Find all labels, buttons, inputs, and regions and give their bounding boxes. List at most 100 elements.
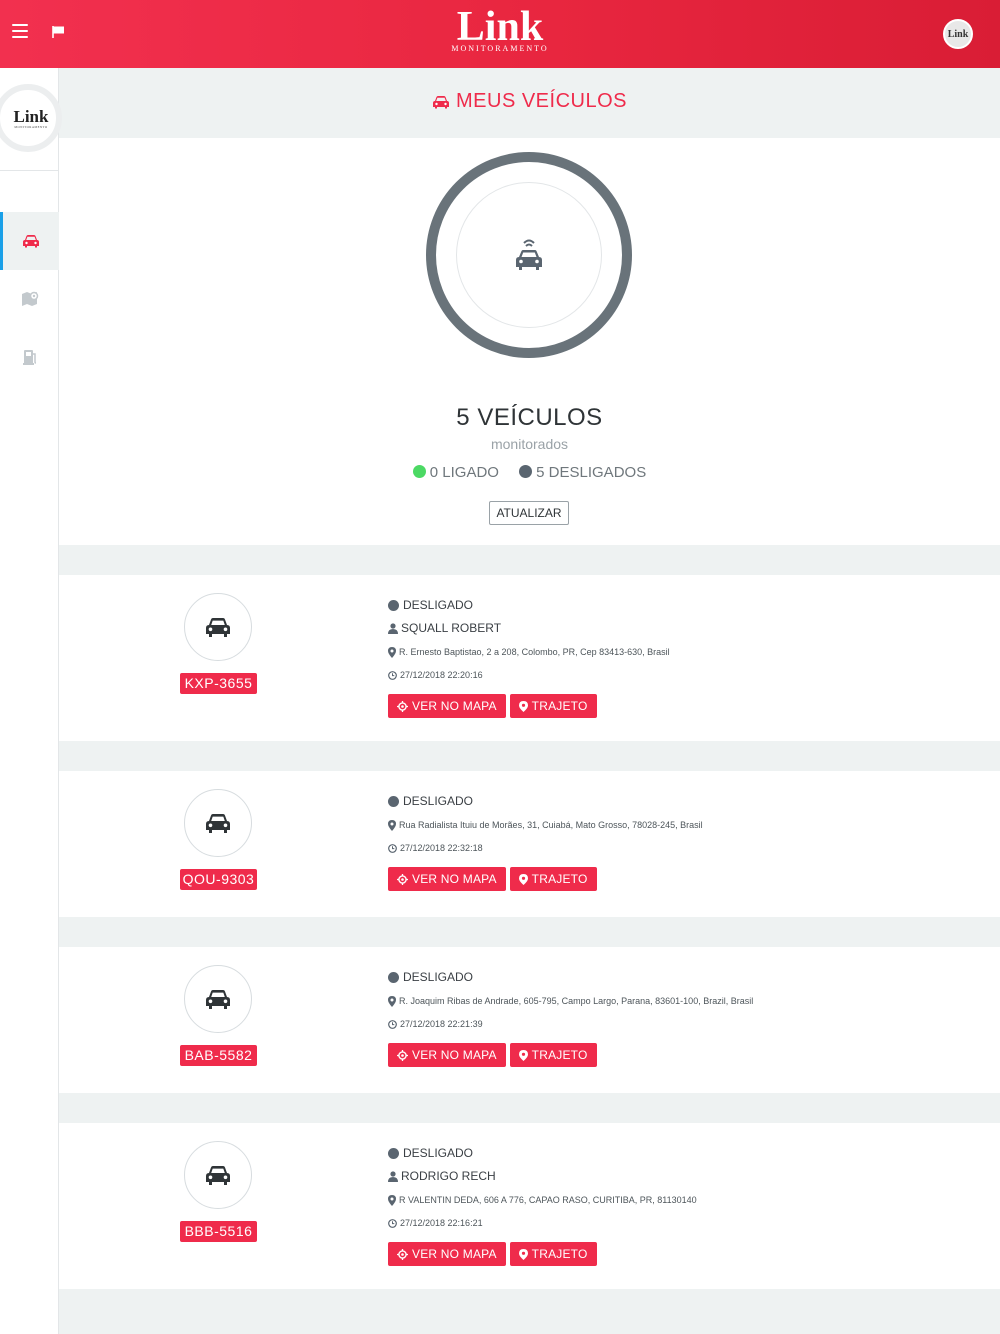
view-on-map-label: VER NO MAPA <box>412 1048 497 1062</box>
vehicle-card: KXP-3655 DESLIGADO SQUALL ROBERT R. Ernesto… <box>59 575 1000 741</box>
crosshair-icon <box>397 1248 408 1260</box>
vehicle-avatar[interactable] <box>184 1141 252 1209</box>
tracked-car-icon <box>516 239 542 270</box>
status-dot-icon <box>388 971 399 983</box>
location-pin-icon <box>388 646 396 658</box>
clock-icon <box>388 1218 397 1228</box>
brand-logo: Link MONITORAMENTO <box>0 6 1000 53</box>
view-on-map-button[interactable]: VER NO MAPA <box>388 694 506 718</box>
status-label: DESLIGADO <box>403 970 474 984</box>
view-on-map-label: VER NO MAPA <box>412 1247 497 1261</box>
status-row: DESLIGADO <box>388 597 670 613</box>
vehicle-actions: VER NO MAPA TRAJETO <box>388 1043 753 1067</box>
address-text: R. Joaquim Ribas de Andrade, 605-795, Ca… <box>399 996 754 1006</box>
user-icon <box>388 622 398 634</box>
avatar-text: Link <box>947 28 969 40</box>
address-row: R. Joaquim Ribas de Andrade, 605-795, Ca… <box>388 994 753 1008</box>
time-row: 27/12/2018 22:32:18 <box>388 841 703 855</box>
route-button[interactable]: TRAJETO <box>509 867 597 891</box>
vehicle-actions: VER NO MAPA TRAJETO <box>388 867 703 891</box>
sidebar-item-vehicles[interactable] <box>0 212 59 270</box>
legend-off-label: 5 DESLIGADOS <box>536 464 647 481</box>
time-row: 27/12/2018 22:21:39 <box>388 1017 753 1031</box>
status-row: DESLIGADO <box>388 1145 697 1161</box>
route-pin-icon <box>518 700 528 712</box>
time-row: 27/12/2018 22:16:21 <box>388 1216 697 1230</box>
vehicle-card: BAB-5582 DESLIGADO R. Joaquim Ribas de And… <box>59 947 1000 1093</box>
crosshair-icon <box>397 873 408 885</box>
status-ring-inner <box>456 182 602 328</box>
fuel-icon <box>22 350 36 365</box>
driver-name: RODRIGO RECH <box>401 1169 496 1183</box>
view-on-map-button[interactable]: VER NO MAPA <box>388 1242 506 1266</box>
address-row: Rua Radialista Ituiu de Morães, 31, Cuia… <box>388 818 703 832</box>
refresh-button[interactable]: ATUALIZAR <box>489 501 569 525</box>
plate-badge: BBB-5516 <box>180 1221 257 1242</box>
logo-word: Link <box>456 4 544 50</box>
crosshair-icon <box>397 1049 408 1061</box>
plate-badge: BAB-5582 <box>180 1045 257 1066</box>
driver-row: SQUALL ROBERT <box>388 620 670 636</box>
crosshair-icon <box>397 700 408 712</box>
map-icon <box>21 291 38 306</box>
route-pin-icon <box>518 1248 528 1260</box>
view-on-map-button[interactable]: VER NO MAPA <box>388 1043 506 1067</box>
driver-name: SQUALL ROBERT <box>401 621 502 635</box>
vehicle-avatar[interactable] <box>184 789 252 857</box>
sidebar-item-map[interactable] <box>0 270 59 328</box>
user-icon <box>388 1170 398 1182</box>
sidebar-logo: Link MONITORAMENTO <box>0 84 62 152</box>
avatar[interactable]: Link <box>943 19 973 49</box>
status-label: DESLIGADO <box>403 598 474 612</box>
vehicle-info: DESLIGADO RODRIGO RECH R VALENTIN DEDA, 60… <box>388 1145 697 1266</box>
page-title-text: MEUS VEÍCULOS <box>456 90 627 112</box>
vehicle-actions: VER NO MAPA TRAJETO <box>388 694 670 718</box>
vehicle-card: QOU-9303 DESLIGADO Rua Radialista Ituiu de… <box>59 771 1000 917</box>
timestamp: 27/12/2018 22:21:39 <box>400 1019 483 1029</box>
address-text: R VALENTIN DEDA, 606 A 776, CAPAO RASO, … <box>399 1195 697 1205</box>
car-icon <box>23 235 39 248</box>
vehicle-info: DESLIGADO R. Joaquim Ribas de Andrade, 60… <box>388 969 753 1067</box>
location-pin-icon <box>388 995 396 1007</box>
status-legend: 0 LIGADO 5 DESLIGADOS <box>59 464 1000 481</box>
vehicle-count-subtitle: monitorados <box>490 436 569 452</box>
on-dot-icon <box>412 465 426 478</box>
sidebar-logo-word: Link <box>13 106 49 126</box>
route-pin-icon <box>518 873 528 885</box>
sidebar-item-fuel[interactable] <box>0 328 59 386</box>
address-row: R VALENTIN DEDA, 606 A 776, CAPAO RASO, … <box>388 1193 697 1207</box>
vehicle-card: BBB-5516 DESLIGADO RODRIGO RECH R VALENTIN … <box>59 1123 1000 1289</box>
address-row: R. Ernesto Baptistao, 2 a 208, Colombo, … <box>388 645 670 659</box>
vehicle-avatar[interactable] <box>184 593 252 661</box>
route-button[interactable]: TRAJETO <box>509 1043 597 1067</box>
timestamp: 27/12/2018 22:32:18 <box>400 843 483 853</box>
vehicle-avatar[interactable] <box>184 965 252 1033</box>
status-row: DESLIGADO <box>388 793 703 809</box>
status-label: DESLIGADO <box>403 1146 474 1160</box>
sidebar-logo-subtitle: MONITORAMENTO <box>14 124 48 129</box>
route-button[interactable]: TRAJETO <box>509 694 597 718</box>
status-row: DESLIGADO <box>388 969 753 985</box>
plate-badge: QOU-9303 <box>180 869 257 890</box>
route-button[interactable]: TRAJETO <box>509 1242 597 1266</box>
status-ring <box>426 152 632 358</box>
route-label: TRAJETO <box>531 872 588 886</box>
vehicle-info: DESLIGADO Rua Radialista Ituiu de Morães,… <box>388 793 703 891</box>
route-label: TRAJETO <box>531 1247 588 1261</box>
status-dot-icon <box>388 795 399 807</box>
status-label: DESLIGADO <box>403 794 474 808</box>
view-on-map-label: VER NO MAPA <box>412 872 497 886</box>
clock-icon <box>388 670 397 680</box>
driver-row: RODRIGO RECH <box>388 1168 697 1184</box>
view-on-map-button[interactable]: VER NO MAPA <box>388 867 506 891</box>
vehicle-summary: 5 VEÍCULOS monitorados 0 LIGADO 5 DESLIG… <box>59 138 1000 545</box>
car-icon <box>433 96 449 109</box>
clock-icon <box>388 843 397 853</box>
off-dot-icon <box>519 465 533 478</box>
status-dot-icon <box>388 1147 399 1159</box>
route-label: TRAJETO <box>531 1048 588 1062</box>
route-pin-icon <box>518 1049 528 1061</box>
address-text: Rua Radialista Ituiu de Morães, 31, Cuia… <box>399 820 703 830</box>
clock-icon <box>388 1019 397 1029</box>
vehicle-count: 5 VEÍCULOS <box>456 404 603 431</box>
